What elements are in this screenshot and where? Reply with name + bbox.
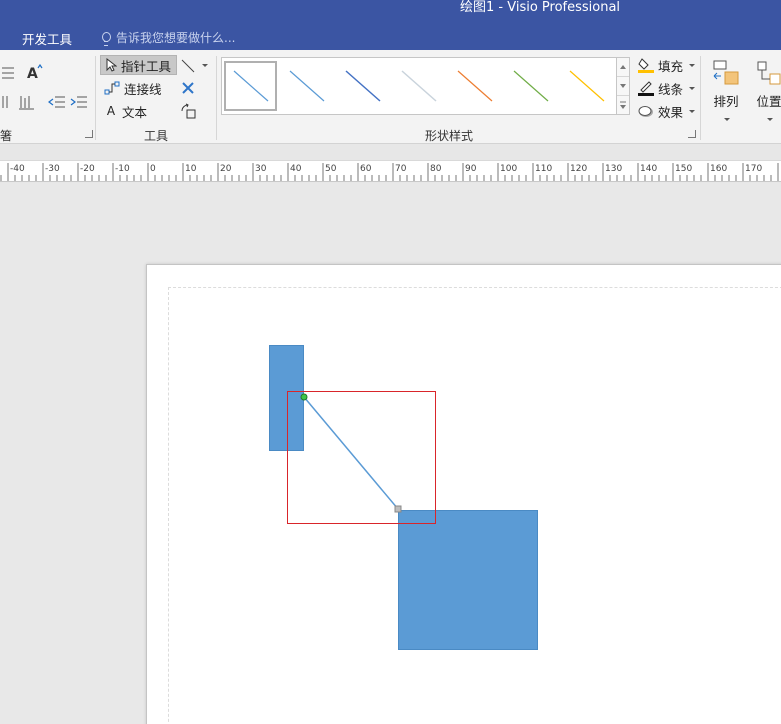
window-title: 绘图1 - Visio Professional — [460, 0, 621, 15]
drawing-canvas[interactable] — [0, 183, 781, 724]
bullet-list-icon[interactable] — [0, 65, 18, 81]
ruler-label: 40 — [290, 164, 302, 174]
tell-me-placeholder: 告诉我您想要做什么... — [116, 31, 236, 45]
gallery-scroll-up-icon[interactable] — [617, 58, 629, 77]
ruler-label: 0 — [150, 164, 156, 174]
connector-line[interactable] — [303, 396, 399, 510]
style-swatch-7[interactable] — [560, 61, 613, 111]
connector-icon — [104, 81, 120, 95]
style-swatch-6[interactable] — [504, 61, 557, 111]
ruler-label: 70 — [395, 164, 407, 174]
connector-button[interactable]: 连接线 — [100, 78, 166, 98]
selection-box[interactable] — [287, 391, 436, 524]
paragraph-launcher-icon[interactable] — [85, 130, 93, 138]
gallery-more-icon[interactable] — [617, 96, 629, 115]
divider — [216, 56, 217, 140]
style-swatch-4[interactable] — [392, 61, 445, 111]
delete-icon[interactable] — [180, 80, 198, 96]
fill-button[interactable]: 填充 — [634, 55, 699, 75]
ruler-label: -30 — [45, 164, 60, 174]
shape-style-gallery[interactable] — [221, 57, 617, 115]
pointer-icon — [106, 58, 117, 72]
ribbon: A 箸 指针工具 连接线 A 文本 工具 形状样式 填充 线条 效果 排列 位置 — [0, 50, 781, 144]
increase-indent-icon[interactable] — [70, 94, 88, 110]
style-swatch-3[interactable] — [336, 61, 389, 111]
fill-label: 填充 — [658, 58, 684, 74]
group-label-shape-styles: 形状样式 — [425, 129, 474, 143]
text-tool-button[interactable]: A 文本 — [100, 101, 151, 121]
svg-text:A: A — [27, 66, 38, 80]
gallery-scrollbar[interactable] — [617, 57, 630, 115]
font-size-icon[interactable]: A — [26, 64, 44, 80]
divider — [700, 56, 701, 140]
effects-button[interactable]: 效果 — [634, 101, 699, 121]
ruler-label: 120 — [570, 164, 588, 174]
group-label-tools: 工具 — [144, 129, 169, 143]
ruler-label: 130 — [605, 164, 623, 174]
ruler-label: 20 — [220, 164, 232, 174]
ruler-label: 50 — [325, 164, 337, 174]
ruler-label: 110 — [535, 164, 553, 174]
tell-me-box[interactable]: 告诉我您想要做什么... — [100, 29, 235, 46]
effects-label: 效果 — [658, 104, 684, 120]
connector-start-handle[interactable] — [300, 393, 308, 401]
connector-overlay — [287, 391, 436, 524]
ruler-label: 170 — [745, 164, 763, 174]
horizontal-ruler: -40 -30 -20 -10 0 10 20 30 40 50 60 70 80 90 100 110 120… — [0, 160, 781, 182]
line-tool-icon[interactable] — [180, 58, 210, 74]
text-tool-label: 文本 — [122, 104, 148, 120]
gallery-scroll-down-icon[interactable] — [617, 77, 629, 96]
connector-end-handle[interactable] — [394, 505, 402, 513]
ruler-label: 140 — [640, 164, 658, 174]
title-bar: 绘图1 - Visio Professional 开发工具 告诉我您想要做什么.… — [0, 0, 781, 50]
align-icon[interactable] — [0, 94, 18, 110]
paint-bucket-icon — [638, 58, 654, 73]
ruler-label: 150 — [675, 164, 693, 174]
ruler-label: 100 — [500, 164, 518, 174]
position-button[interactable]: 位置 — [752, 58, 781, 128]
pointer-tool-button[interactable]: 指针工具 — [100, 55, 177, 75]
arrange-icon — [713, 60, 739, 85]
ruler-label: 60 — [360, 164, 372, 174]
text-tool-icon: A — [106, 104, 116, 118]
decrease-indent-icon[interactable] — [48, 94, 66, 110]
pointer-tool-label: 指针工具 — [121, 58, 172, 74]
line-label: 线条 — [658, 81, 684, 97]
ruler-label: -40 — [10, 164, 25, 174]
group-label-paragraph: 箸 — [0, 129, 13, 143]
ruler-label: 160 — [710, 164, 728, 174]
position-icon — [757, 61, 781, 85]
pen-icon — [638, 81, 654, 96]
style-swatch-5[interactable] — [448, 61, 501, 111]
lightbulb-icon — [100, 31, 112, 46]
tab-developer[interactable]: 开发工具 — [22, 29, 72, 48]
divider — [95, 56, 96, 140]
connector-label: 连接线 — [124, 81, 162, 97]
arrange-label: 排列 — [713, 94, 739, 109]
effects-icon — [638, 106, 653, 117]
line-button[interactable]: 线条 — [634, 78, 699, 98]
ruler-label: 80 — [430, 164, 442, 174]
drawing-page[interactable] — [146, 264, 781, 724]
ruler-label: -10 — [115, 164, 130, 174]
arrange-button[interactable]: 排列 — [710, 58, 742, 128]
position-label: 位置 — [756, 94, 781, 109]
shape-styles-launcher-icon[interactable] — [688, 130, 696, 138]
style-swatch-1[interactable] — [224, 61, 277, 111]
style-swatch-2[interactable] — [280, 61, 333, 111]
ruler-label: 30 — [255, 164, 267, 174]
ruler-label: 90 — [465, 164, 477, 174]
text-direction-icon[interactable] — [18, 94, 36, 110]
ruler-label: -20 — [80, 164, 95, 174]
connection-point-icon[interactable] — [180, 103, 198, 119]
ruler-label: 10 — [185, 164, 197, 174]
